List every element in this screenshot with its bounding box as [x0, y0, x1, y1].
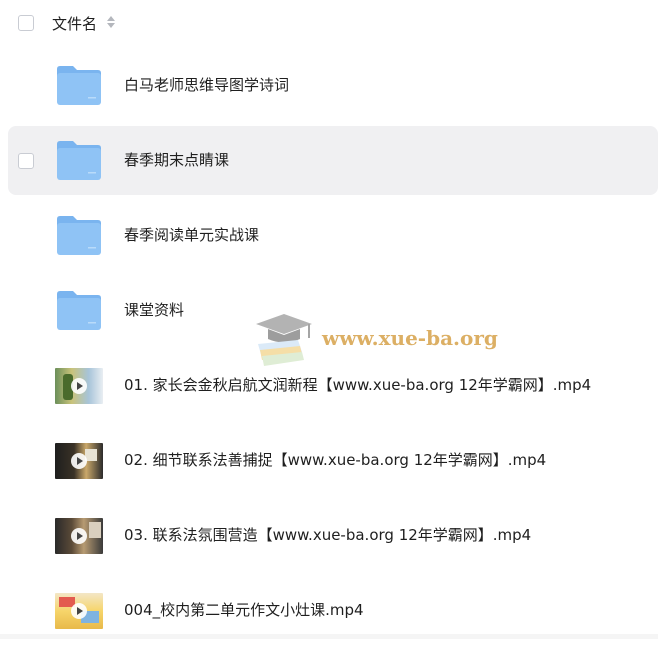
row-checkbox[interactable]	[18, 153, 34, 169]
file-row-video[interactable]: 03. 联系法氛围营造【www.xue-ba.org 12年学霸网】.mp4	[8, 501, 658, 570]
file-name[interactable]: 02. 细节联系法善捕捉【www.xue-ba.org 12年学霸网】.mp4	[124, 449, 546, 470]
file-name[interactable]: 课堂资料	[124, 299, 184, 320]
folder-icon	[57, 291, 101, 330]
watermark-text: www.xue-ba.org	[322, 326, 498, 350]
file-name[interactable]: 01. 家长会金秋启航文润新程【www.xue-ba.org 12年学霸网】.m…	[124, 374, 591, 395]
video-thumbnail-icon	[55, 368, 103, 404]
video-thumbnail-icon	[55, 593, 103, 629]
graduation-cap-logo-icon	[256, 314, 312, 366]
file-name[interactable]: 春季阅读单元实战课	[124, 224, 259, 245]
file-row-folder[interactable]: 春季期末点睛课	[8, 126, 658, 195]
file-row-video[interactable]: 02. 细节联系法善捕捉【www.xue-ba.org 12年学霸网】.mp4	[8, 426, 658, 495]
file-list-header: 文件名	[0, 0, 658, 46]
folder-icon	[57, 216, 101, 255]
watermark: www.xue-ba.org	[252, 308, 498, 368]
file-name[interactable]: 004_校内第二单元作文小灶课.mp4	[124, 599, 364, 620]
select-all-checkbox[interactable]	[18, 15, 34, 31]
video-thumbnail-icon	[55, 443, 103, 479]
sort-icon[interactable]	[106, 15, 116, 29]
file-name[interactable]: 白马老师思维导图学诗词	[124, 74, 289, 95]
folder-icon	[57, 141, 101, 180]
folder-icon	[57, 66, 101, 105]
file-name[interactable]: 03. 联系法氛围营造【www.xue-ba.org 12年学霸网】.mp4	[124, 524, 531, 545]
file-row-folder[interactable]: 春季阅读单元实战课	[8, 201, 658, 270]
list-bottom-divider	[0, 634, 658, 639]
video-thumbnail-icon	[55, 518, 103, 554]
file-row-folder[interactable]: 白马老师思维导图学诗词	[8, 51, 658, 120]
column-header-filename[interactable]: 文件名	[52, 13, 97, 34]
file-name[interactable]: 春季期末点睛课	[124, 149, 229, 170]
